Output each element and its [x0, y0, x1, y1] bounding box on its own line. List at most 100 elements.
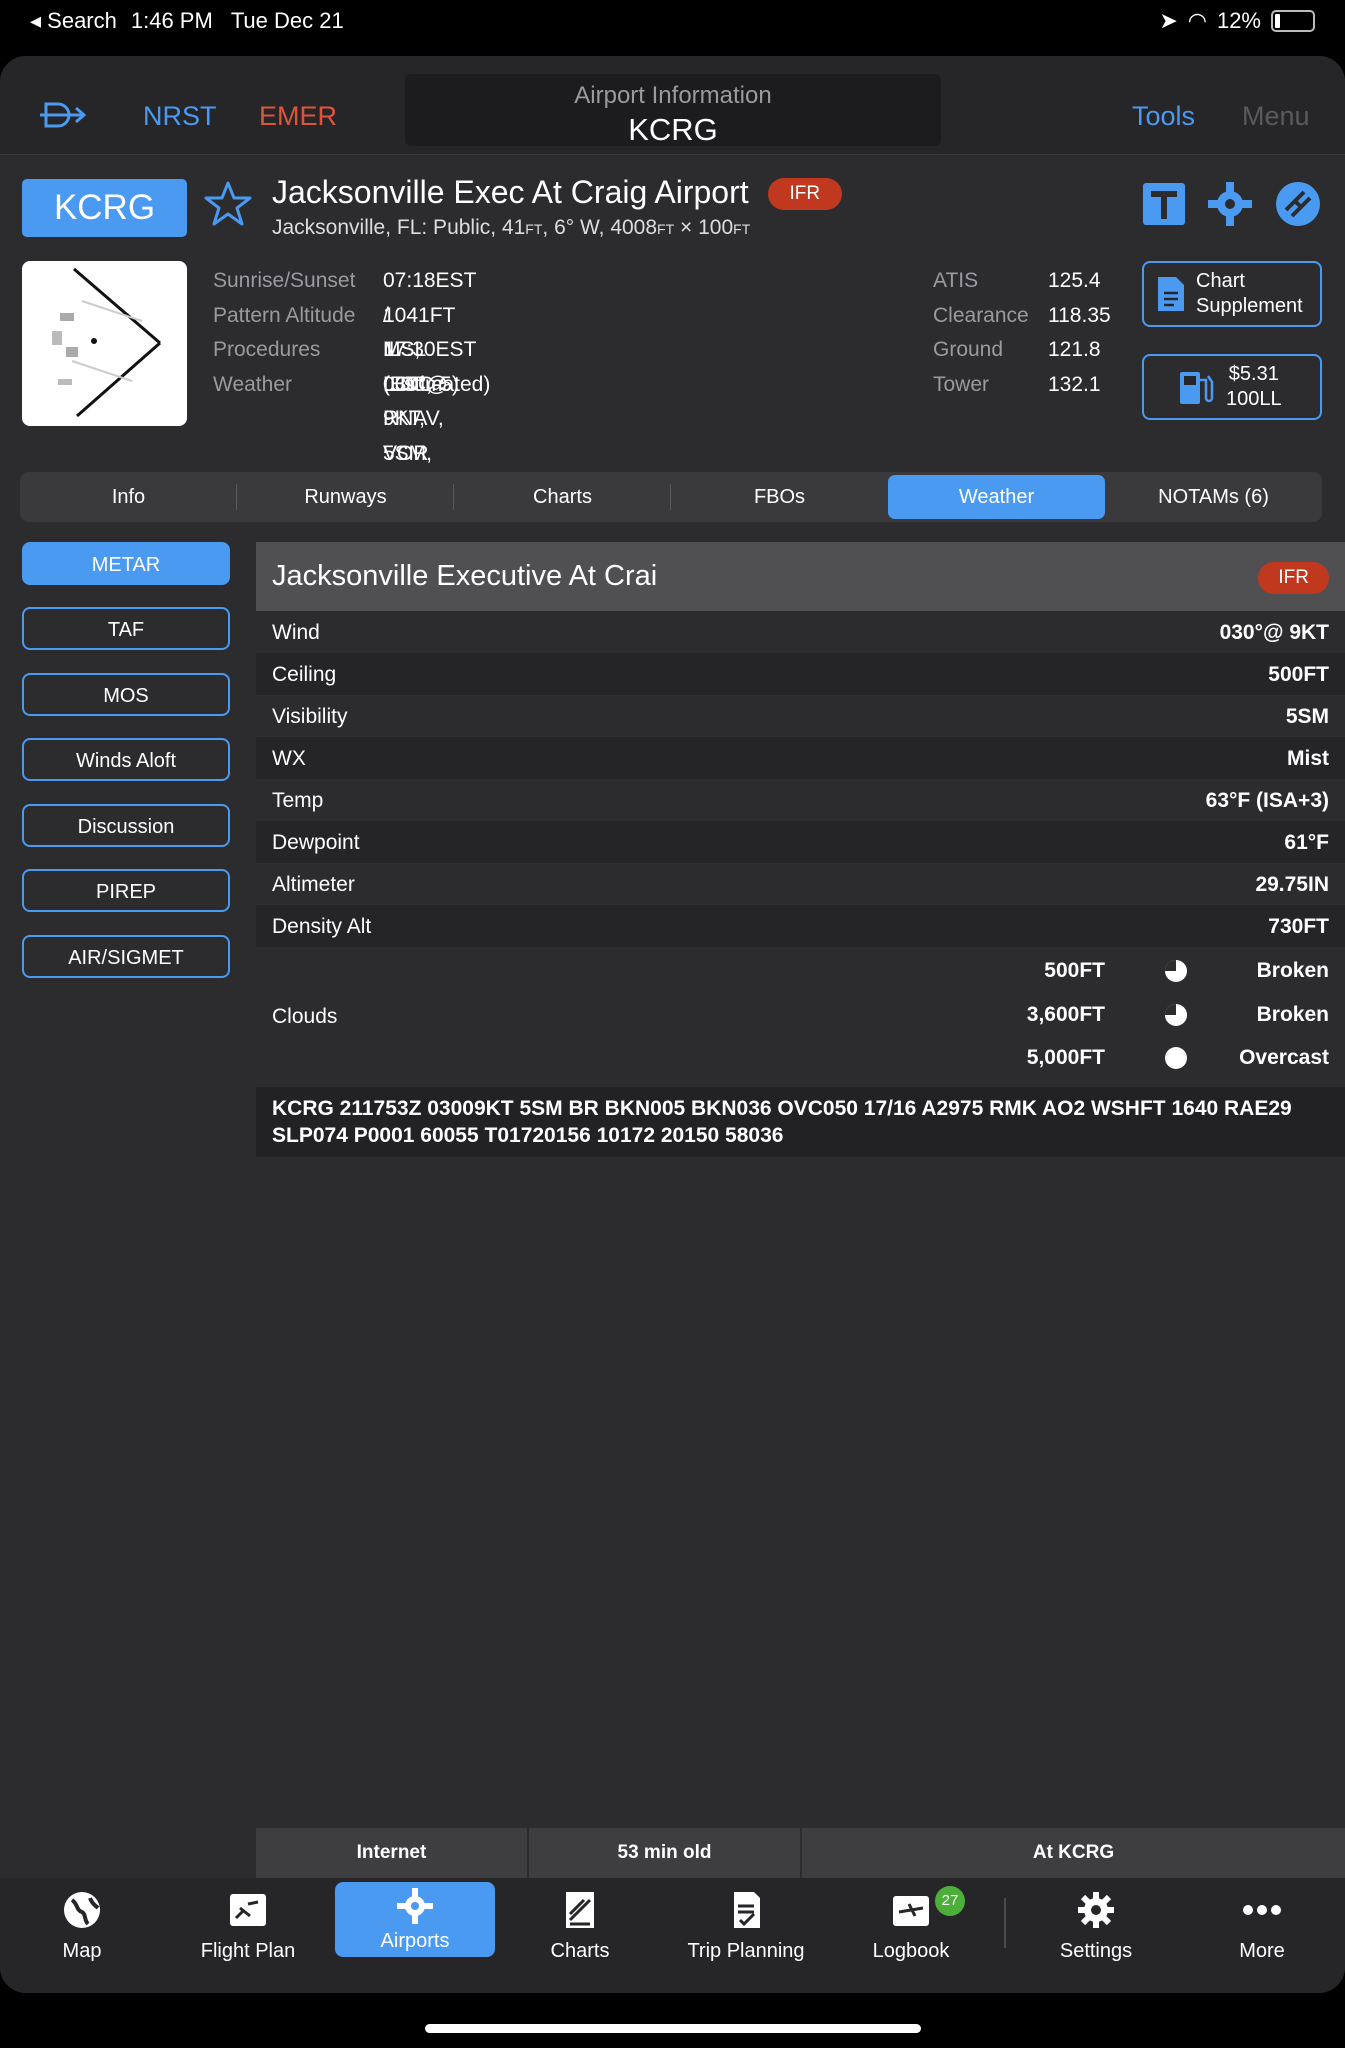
status-time: 1:46 PM: [130, 8, 213, 33]
side-button-discussion[interactable]: Discussion: [22, 804, 230, 847]
info-row: Pattern Altitude 1041FT MSL (Estimated): [213, 303, 491, 396]
tabbar-trip-planning[interactable]: Trip Planning: [666, 1878, 826, 1993]
side-button-taf[interactable]: TAF: [22, 607, 230, 650]
frequency-row[interactable]: Clearance 118.35: [933, 299, 1133, 334]
metar-row-wx: WX Mist: [256, 737, 1345, 779]
side-button-mos[interactable]: MOS: [22, 673, 230, 716]
chart-supplement-label-1: Chart: [1196, 270, 1245, 292]
info-row: Procedures ILS, LOC, RNAV, VOR: [213, 338, 444, 465]
side-button-pirep[interactable]: PIREP: [22, 869, 230, 912]
more-dots-icon: [1243, 1905, 1281, 1915]
metar-row-ceiling: Ceiling 500FT: [256, 653, 1345, 695]
flight-plan-icon: [230, 1894, 266, 1926]
frequency-list: ATIS 125.4 Clearance 118.35 Ground 121.8 To…: [933, 264, 1133, 402]
tabbar-flight-plan[interactable]: Flight Plan: [168, 1878, 328, 1993]
overcast-coverage-icon: [1165, 1047, 1187, 1069]
airport-icon[interactable]: [1205, 180, 1255, 233]
segmented-tabs: Info Runways Charts FBOs Weather NOTAMs …: [20, 472, 1322, 522]
tab-notams[interactable]: NOTAMs (6): [1105, 472, 1322, 522]
info-row: Weather030°@ 9KT, 5SM, 500FT: [213, 372, 448, 500]
raw-metar-text: KCRG 211753Z 03009KT 5SM BR BKN005 BKN03…: [272, 1097, 1292, 1147]
tab-weather[interactable]: Weather: [888, 475, 1105, 519]
nrst-button[interactable]: NRST: [143, 101, 217, 132]
metar-station-name: Jacksonville Executive At Crai: [272, 560, 658, 592]
text-weather-icon[interactable]: [1142, 182, 1186, 231]
metar-clouds-block: Clouds 500FT Broken 3,600FT Broken 5,000…: [256, 947, 1345, 1087]
chart-supplement-button[interactable]: Chart Supplement: [1142, 261, 1322, 327]
status-bar: ◂ Search 1:46 PM Tue Dec 21 ➤ ◠ 12%: [0, 0, 1345, 48]
favorite-star-icon[interactable]: [203, 180, 253, 233]
fuel-pump-icon: [1180, 372, 1214, 404]
airport-name: Jacksonville Exec At Craig Airport: [272, 174, 749, 210]
back-app-label: Search: [47, 8, 117, 33]
age-label: 53 min old: [529, 1828, 802, 1878]
airport-diagram-thumbnail[interactable]: [22, 261, 187, 426]
airport-info-list: Sunrise/Sunset 07:18EST / 17:30EST (UTC-5…: [213, 264, 491, 500]
satellite-icon[interactable]: [1274, 180, 1322, 233]
tabbar-settings[interactable]: Settings: [1016, 1878, 1176, 1993]
frequency-row[interactable]: Tower 132.1: [933, 368, 1133, 403]
airport-subtitle: Jacksonville, FL: Public, 41ft, 6° W, 40…: [272, 216, 751, 239]
charts-icon: [566, 1892, 594, 1928]
tab-runways[interactable]: Runways: [237, 472, 454, 522]
direct-to-icon[interactable]: [38, 100, 88, 135]
menu-button[interactable]: Menu: [1242, 101, 1310, 132]
tabbar-label: Settings: [1059, 1940, 1133, 1962]
tabbar-label: Map: [62, 1940, 102, 1962]
tabbar-airports[interactable]: Airports: [335, 1882, 495, 1957]
cloud-layer-altitude: 3,600FT: [1026, 1003, 1105, 1026]
tabbar-label: Charts: [550, 1940, 610, 1962]
frequency-row[interactable]: ATIS 125.4: [933, 264, 1133, 299]
frequency-row[interactable]: Ground 121.8: [933, 333, 1133, 368]
page-title-label: Airport Information: [574, 82, 772, 109]
airport-name-line: Jacksonville Exec At Craig Airport IFR: [272, 174, 843, 211]
bottom-tab-bar: Map Flight Plan Airports Charts Trip Pla…: [0, 1878, 1345, 1993]
metar-row-altimeter: Altimeter 29.75IN: [256, 863, 1345, 905]
ifr-badge: IFR: [767, 178, 843, 210]
page-title: Airport Information KCRG: [405, 74, 941, 147]
emer-button[interactable]: EMER: [259, 101, 337, 132]
fuel-price: $5.31: [1228, 363, 1279, 385]
document-icon: [1158, 277, 1184, 311]
tabbar-label: Logbook: [872, 1940, 950, 1962]
tabbar-label: More: [1239, 1940, 1285, 1962]
tools-button[interactable]: Tools: [1132, 101, 1195, 132]
airport-icon: [397, 1888, 433, 1924]
tabbar-logbook[interactable]: 27 Logbook: [831, 1878, 991, 1993]
side-button-metar[interactable]: METAR: [22, 542, 230, 585]
tab-fbos[interactable]: FBOs: [671, 472, 888, 522]
cloud-layer-cover: Broken: [1256, 1003, 1329, 1026]
broken-coverage-icon: [1165, 1004, 1187, 1026]
back-app-link[interactable]: ◂ Search: [30, 8, 117, 34]
logbook-icon: [893, 1896, 929, 1926]
location-label: At KCRG: [1032, 1842, 1115, 1863]
side-button-air-sigmet[interactable]: AIR/SIGMET: [22, 935, 230, 978]
cloud-layer-cover: Broken: [1256, 959, 1329, 982]
info-row: Sunrise/Sunset 07:18EST / 17:30EST (UTC-5…: [213, 269, 477, 396]
trip-planning-icon: [734, 1892, 760, 1928]
tab-charts[interactable]: Charts: [454, 472, 671, 522]
metar-row-temp: Temp 63°F (ISA+3): [256, 779, 1345, 821]
home-indicator[interactable]: [425, 2024, 921, 2033]
fuel-price-button[interactable]: $5.31 100LL: [1142, 354, 1322, 420]
tabbar-map[interactable]: Map: [2, 1878, 162, 1993]
fuel-type: 100LL: [1226, 388, 1282, 410]
logbook-badge: 27: [935, 1886, 965, 1916]
tabbar-label: Airports: [380, 1930, 450, 1952]
metar-row-dewpoint: Dewpoint 61°F: [256, 821, 1345, 863]
tab-info[interactable]: Info: [20, 472, 237, 522]
source-label: Internet: [256, 1828, 529, 1878]
raw-metar: KCRG 211753Z 03009KT 5SM BR BKN005 BKN03…: [256, 1087, 1345, 1157]
tabbar-charts[interactable]: Charts: [500, 1878, 660, 1993]
status-date: Tue Dec 21: [230, 8, 344, 33]
page-title-id: KCRG: [628, 112, 718, 147]
broken-coverage-icon: [1165, 960, 1187, 982]
gear-icon: [1078, 1892, 1114, 1928]
side-button-winds-aloft[interactable]: Winds Aloft: [22, 738, 230, 781]
cloud-layer-altitude: 5,000FT: [1026, 1046, 1105, 1069]
airport-id-badge[interactable]: KCRG: [22, 179, 187, 237]
tabbar-more[interactable]: More: [1182, 1878, 1342, 1993]
metar-ifr-badge: IFR: [1258, 562, 1329, 594]
wifi-icon: ◠: [1187, 8, 1207, 33]
battery-percent: 12%: [1216, 8, 1261, 33]
